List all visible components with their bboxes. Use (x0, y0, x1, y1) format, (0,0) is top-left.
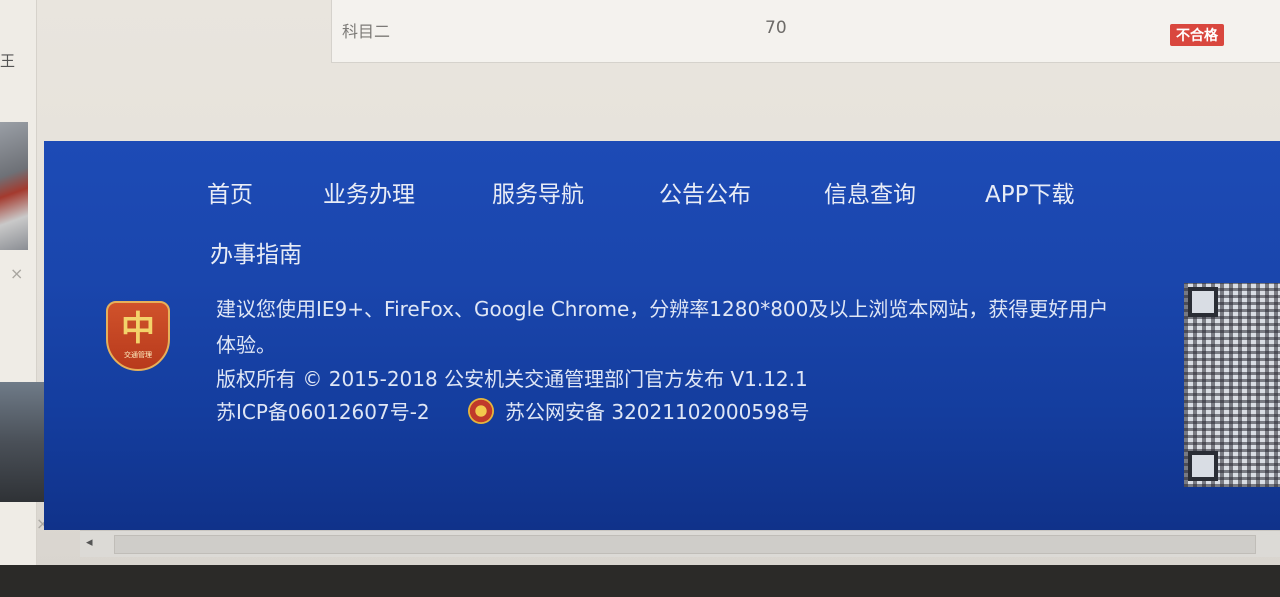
footer-nav-business[interactable]: 业务办理 (323, 175, 415, 209)
edge-text: 王 (0, 52, 16, 70)
logo-emblem: 中 (121, 309, 155, 349)
footer-nav-info-query[interactable]: 信息查询 (824, 175, 916, 209)
side-thumbnail[interactable] (0, 122, 28, 250)
icp-link[interactable]: 苏ICP备06012607号-2 (216, 396, 430, 425)
qr-finder-icon (1188, 451, 1218, 481)
subject-cell: 科目二 (342, 22, 391, 41)
browser-tip-continued: 体验。 (216, 333, 276, 357)
site-footer: 首页 业务办理 服务导航 公告公布 信息查询 APP下载 办事指南 中 交通管理… (44, 141, 1280, 530)
footer-nav-service-guide[interactable]: 服务导航 (492, 175, 584, 209)
footer-nav-announcements[interactable]: 公告公布 (659, 175, 751, 209)
footer-nav-guide[interactable]: 办事指南 (210, 235, 302, 269)
footer-nav-app-download[interactable]: APP下载 (985, 175, 1074, 209)
footer-nav-home[interactable]: 首页 (207, 175, 253, 209)
qr-finder-icon (1188, 287, 1218, 317)
scroll-left-icon[interactable]: ◂ (86, 535, 93, 550)
beian-link[interactable]: 苏公网安备 32021102000598号 (505, 396, 810, 425)
left-side-panel: 王 × × (0, 0, 52, 565)
scroll-thumb[interactable] (114, 535, 1256, 554)
status-badge: 不合格 (1170, 24, 1224, 46)
close-icon[interactable]: × (10, 264, 23, 283)
traffic-police-logo: 中 交通管理 (106, 301, 170, 371)
qr-code (1184, 283, 1280, 487)
browser-viewport: 王 × × 科目二 70 不合格 首页 业务办理 服务导航 公告公布 信息查询 … (0, 0, 1280, 565)
score-cell: 70 (765, 18, 787, 38)
police-badge-icon (468, 398, 494, 424)
table-row: 科目二 70 不合格 (331, 0, 1280, 63)
horizontal-scrollbar[interactable]: ◂ (80, 530, 1280, 557)
copyright-text: 版权所有 © 2015-2018 公安机关交通管理部门官方发布 V1.12.1 (216, 367, 808, 391)
browser-tip: 建议您使用IE9+、FireFox、Google Chrome，分辨率1280*… (216, 297, 1109, 321)
logo-caption: 交通管理 (124, 351, 152, 359)
